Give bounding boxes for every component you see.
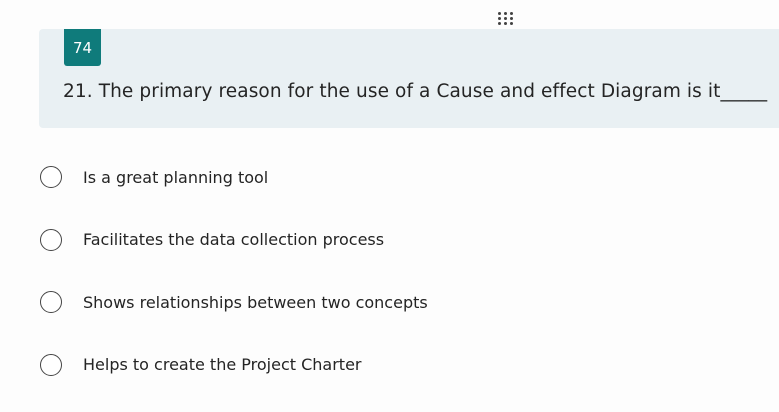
radio-button-icon[interactable] xyxy=(40,291,62,313)
radio-button-icon[interactable] xyxy=(40,228,62,251)
option-great-planning-tool[interactable]: Is a great planning tool xyxy=(40,160,428,194)
option-label: Is a great planning tool xyxy=(83,167,269,187)
radio-button-icon[interactable] xyxy=(40,353,62,376)
drag-dot xyxy=(510,17,513,20)
option-shows-relationships[interactable]: Shows relationships between two concepts xyxy=(40,285,428,319)
option-label: Helps to create the Project Charter xyxy=(83,355,362,374)
question-card: 74 21. The primary reason for the use of… xyxy=(39,29,779,128)
drag-dot xyxy=(504,17,507,20)
option-label: Facilitates the data collection process xyxy=(83,230,385,249)
answer-options: Is a great planning tool Facilitates the… xyxy=(40,160,428,410)
drag-dot xyxy=(510,12,513,15)
drag-dot xyxy=(504,12,507,15)
drag-dot xyxy=(498,12,501,15)
option-project-charter[interactable]: Helps to create the Project Charter xyxy=(40,348,428,382)
drag-dot xyxy=(498,17,501,20)
drag-handle-icon[interactable] xyxy=(498,12,516,26)
option-facilitates-data-collection[interactable]: Facilitates the data collection process xyxy=(40,223,428,257)
drag-dot xyxy=(498,22,501,25)
question-title: 21. The primary reason for the use of a … xyxy=(63,81,768,102)
drag-dot xyxy=(504,22,507,25)
question-number-badge: 74 xyxy=(64,29,101,66)
radio-button-icon[interactable] xyxy=(40,166,62,188)
drag-dot xyxy=(510,22,513,25)
option-label: Shows relationships between two concepts xyxy=(83,292,428,312)
